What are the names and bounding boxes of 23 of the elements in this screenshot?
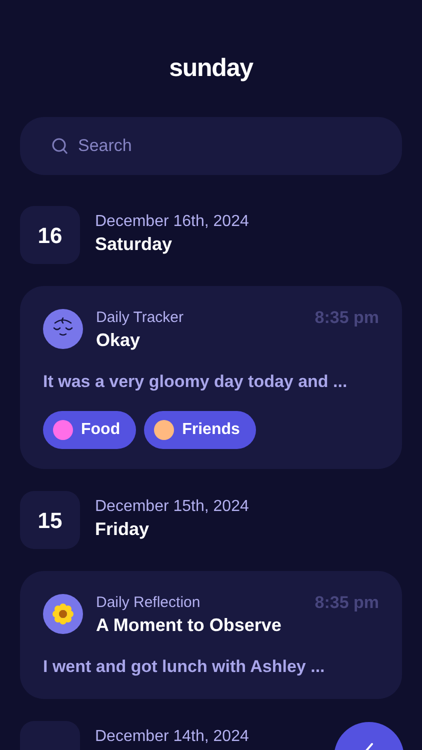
day-number: 15 (20, 491, 80, 549)
entry-excerpt: It was a very gloomy day today and ... (43, 371, 348, 393)
search-field[interactable]: Search (20, 117, 402, 175)
day-number: 16 (20, 206, 80, 264)
weekday: Friday (95, 518, 150, 541)
entry-title: Okay (96, 329, 142, 352)
entry-time: 8:35 pm (314, 308, 379, 328)
weekday: Saturday (95, 233, 174, 256)
entry-date: December 15th, 2024 (95, 497, 249, 517)
entry-date: December 16th, 2024 (95, 212, 249, 232)
entry-title: A Moment to Observe (96, 614, 282, 637)
entry-time: 8:35 pm (314, 593, 379, 613)
entry-category: Daily Reflection (96, 593, 202, 613)
entry-date: December 14th, 2024 (95, 727, 249, 747)
search-icon (52, 138, 68, 155)
entry-excerpt: I went and got lunch with Ashley ... (43, 656, 326, 678)
sleepy-face-icon (43, 309, 83, 349)
tag-label: Food (81, 420, 120, 440)
tag-label: Friends (182, 420, 240, 440)
app-logo: sunday (169, 53, 253, 84)
entry-category: Daily Tracker (96, 308, 185, 328)
flower-icon (43, 594, 83, 634)
pencil-icon (364, 742, 374, 750)
